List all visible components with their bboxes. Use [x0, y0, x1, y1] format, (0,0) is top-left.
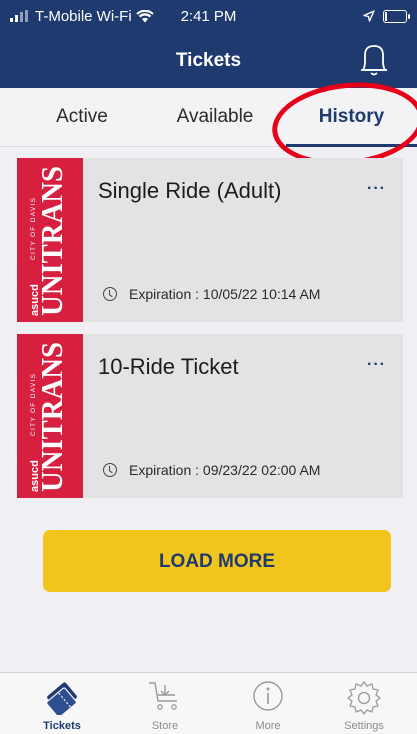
info-icon [253, 681, 283, 711]
clock-icon [103, 463, 117, 477]
tabbar-item-more[interactable]: More [216, 673, 320, 734]
notifications-bell-icon[interactable] [359, 43, 389, 77]
tabbar-label: Tickets [43, 720, 81, 732]
unitrans-logo: UNITRANS CITY OF DAVIS asucd [17, 334, 83, 498]
ticket-title: Single Ride (Adult) [98, 178, 282, 203]
tab-active[interactable]: Active [24, 88, 140, 146]
logo-asucd-text: asucd [29, 284, 41, 316]
ticket-tabs: Active Available History [0, 88, 417, 147]
selected-tab-indicator [286, 144, 417, 147]
battery-icon [383, 9, 410, 23]
logo-city-text: CITY OF DAVIS [30, 373, 37, 436]
location-arrow-icon [363, 10, 375, 22]
carrier-label: T-Mobile Wi-Fi [35, 7, 132, 25]
ticket-expiration: Expiration : 10/05/22 10:14 AM [103, 286, 320, 302]
tabbar-label: Store [151, 720, 179, 732]
tabbar-item-settings[interactable]: Settings [312, 673, 416, 734]
expiration-text: Expiration : 10/05/22 10:14 AM [129, 286, 321, 302]
tabbar-item-store[interactable]: Store [113, 673, 217, 734]
ticket-card[interactable]: UNITRANS CITY OF DAVIS asucd Single Ride… [17, 158, 403, 322]
tickets-icon [46, 682, 77, 715]
wifi-icon [135, 9, 154, 22]
load-more-button[interactable]: LOAD MORE [43, 530, 391, 592]
tabbar-item-tickets[interactable]: Tickets [10, 673, 114, 734]
ticket-title: 10-Ride Ticket [98, 354, 239, 379]
ticket-expiration: Expiration : 09/23/22 02:00 AM [103, 462, 320, 478]
expiration-text: Expiration : 09/23/22 02:00 AM [129, 462, 321, 478]
ticket-more-button[interactable]: ··· [367, 356, 386, 374]
logo-asucd-text: asucd [29, 460, 41, 492]
status-bar: T-Mobile Wi-Fi 2:41 PM [10, 6, 410, 26]
page-title: Tickets [175, 50, 242, 71]
clock-icon [103, 287, 117, 301]
cart-icon [149, 682, 177, 710]
bottom-tab-bar: Tickets Store More Settings [0, 672, 417, 734]
tabbar-label: Settings [344, 720, 384, 732]
tab-available[interactable]: Available [150, 88, 280, 146]
tabbar-label: More [255, 720, 281, 732]
ticket-more-button[interactable]: ··· [367, 180, 386, 198]
tab-history[interactable]: History [286, 88, 417, 146]
gear-icon [347, 681, 381, 715]
unitrans-logo: UNITRANS CITY OF DAVIS asucd [17, 158, 83, 322]
logo-city-text: CITY OF DAVIS [30, 197, 37, 260]
app-header: T-Mobile Wi-Fi 2:41 PM Tickets [0, 0, 417, 88]
ticket-card[interactable]: UNITRANS CITY OF DAVIS asucd 10-Ride Tic… [17, 334, 403, 498]
status-time: 2:41 PM [180, 7, 237, 25]
signal-icon [10, 10, 28, 22]
